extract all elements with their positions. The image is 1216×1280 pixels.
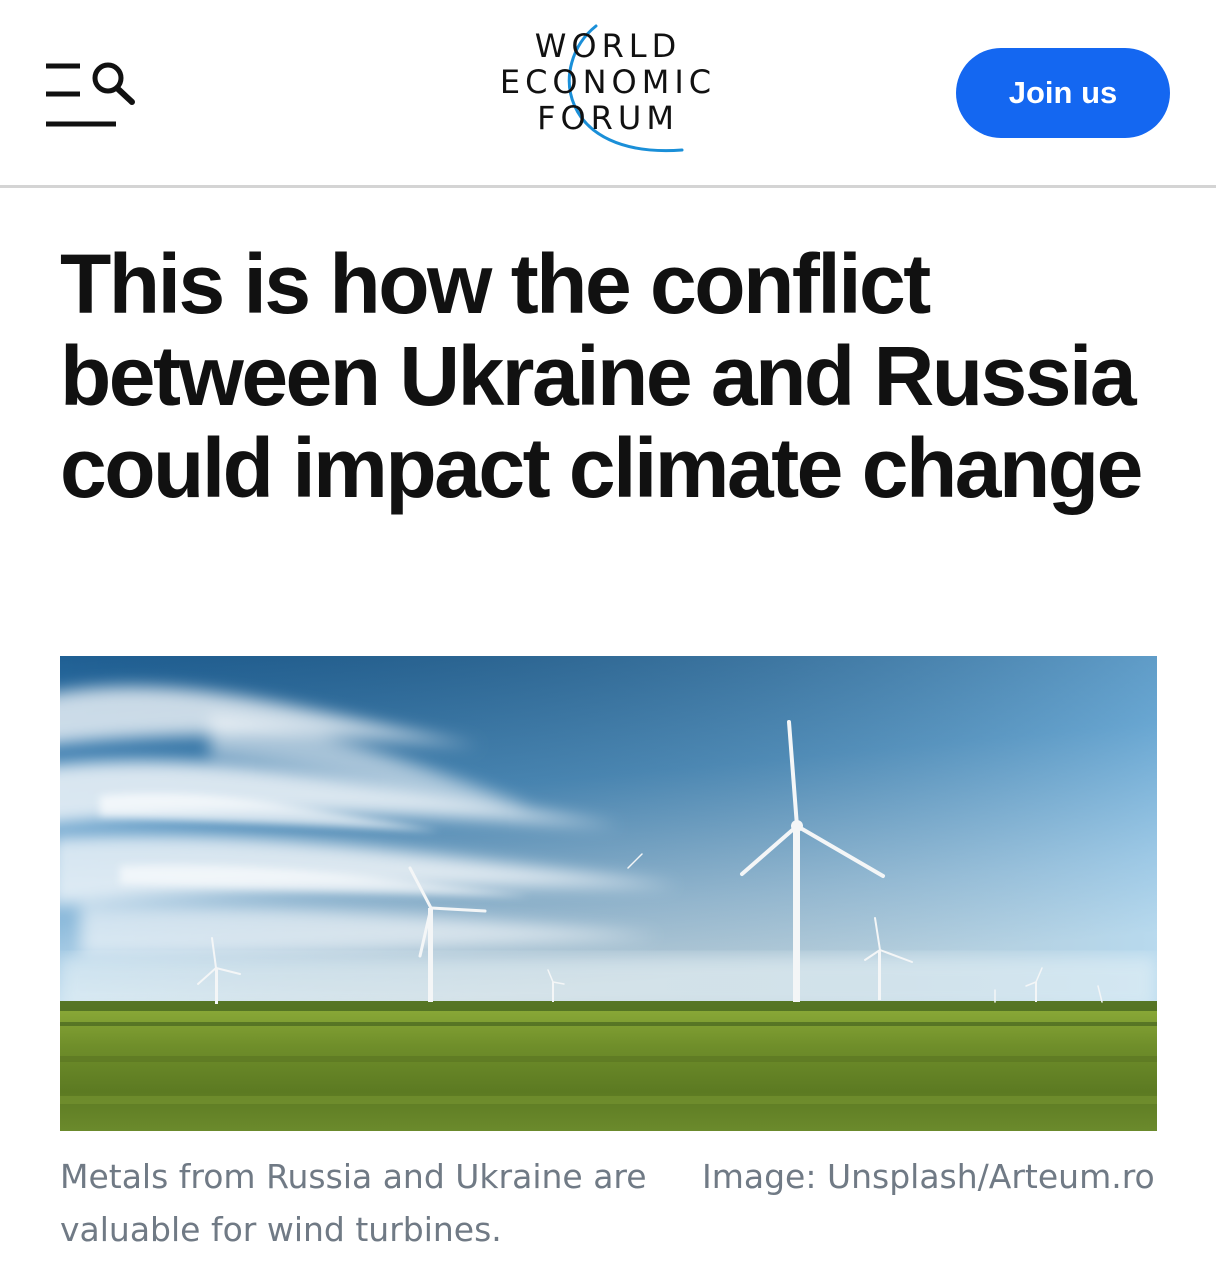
logo-line-2: ECONOMIC [499,63,717,101]
wef-logo[interactable]: WORLD ECONOMIC FORUM [478,24,738,174]
join-us-button[interactable]: Join us [956,48,1170,138]
wind-turbine-photo [60,656,1157,1131]
logo-line-3: FORUM [537,99,679,137]
hero-image [60,656,1157,1131]
article-headline: This is how the conflict between Ukraine… [60,237,1143,515]
site-header: WORLD ECONOMIC FORUM Join us [0,0,1216,188]
image-credit: Image: Unsplash/Arteum.ro [702,1157,1155,1196]
menu-search-icon [46,62,135,127]
menu-search-button[interactable] [40,56,140,132]
logo-line-1: WORLD [534,27,682,65]
image-caption: Metals from Russia and Ukraine are valua… [60,1157,647,1249]
